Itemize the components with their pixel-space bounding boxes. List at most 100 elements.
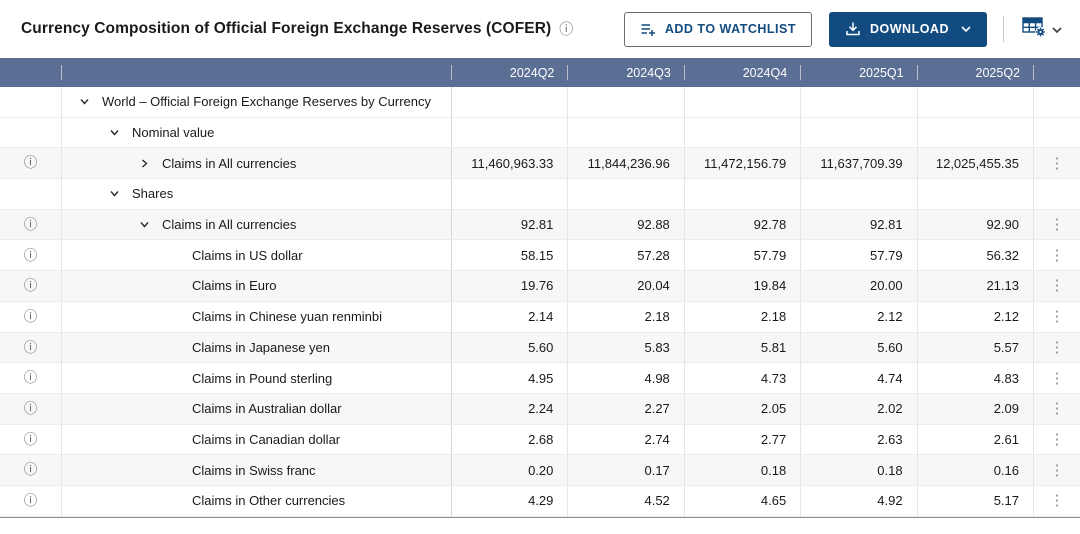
kebab-menu-icon[interactable]: ⋮ (1050, 493, 1065, 508)
row-menu-cell: ⋮ (1034, 240, 1080, 270)
value-cell: 2.05 (685, 394, 801, 424)
row-label: Claims in All currencies (162, 156, 296, 171)
cofer-table: 2024Q22024Q32024Q42025Q12025Q2 ⓘ World –… (0, 58, 1080, 518)
info-icon[interactable]: ⓘ (24, 402, 38, 416)
value-cell: 5.60 (801, 333, 917, 363)
row-info-cell: ⓘ (0, 425, 62, 455)
row-label-cell: Claims in Euro (62, 271, 452, 301)
kebab-menu-icon[interactable]: ⋮ (1050, 371, 1065, 386)
row-info-cell: ⓘ (0, 210, 62, 240)
value-cell: 2.77 (685, 425, 801, 455)
value-cell (685, 118, 801, 148)
page-title: Currency Composition of Official Foreign… (21, 20, 551, 38)
header-menu-column (1034, 58, 1080, 87)
value-cell: 20.04 (568, 271, 684, 301)
info-icon[interactable]: ⓘ (24, 433, 38, 447)
chevron-right-icon[interactable] (140, 159, 162, 168)
value-cell: 2.27 (568, 394, 684, 424)
kebab-menu-icon[interactable]: ⋮ (1050, 340, 1065, 355)
value-cell: 92.78 (685, 210, 801, 240)
value-cell (568, 179, 684, 209)
info-icon[interactable]: ⓘ (24, 494, 38, 508)
add-to-watchlist-button[interactable]: ADD TO WATCHLIST (624, 12, 812, 47)
toolbar: Currency Composition of Official Foreign… (0, 0, 1080, 58)
title-info-icon[interactable]: ⓘ (559, 22, 573, 36)
table-row: ⓘ Claims in All currencies 11,460,963.33… (0, 148, 1080, 179)
kebab-menu-icon[interactable]: ⋮ (1050, 401, 1065, 416)
row-menu-cell: ⋮ (1034, 394, 1080, 424)
value-cell (918, 118, 1034, 148)
row-info-cell: ⓘ (0, 240, 62, 270)
row-label: Claims in Pound sterling (192, 371, 332, 386)
info-icon[interactable]: ⓘ (24, 249, 38, 263)
download-chevron-down-icon (961, 26, 971, 32)
info-icon[interactable]: ⓘ (24, 341, 38, 355)
value-cell: 4.98 (568, 363, 684, 393)
table-row: ⓘ Claims in Chinese yuan renminbi 2.14 2… (0, 302, 1080, 333)
value-cell: 2.63 (801, 425, 917, 455)
value-cell (918, 87, 1034, 117)
value-cell (685, 179, 801, 209)
value-cell: 4.73 (685, 363, 801, 393)
table-row: ⓘ Claims in Swiss franc 0.20 0.17 0.18 0… (0, 455, 1080, 486)
value-cell: 4.74 (801, 363, 917, 393)
row-label-cell: Claims in Chinese yuan renminbi (62, 302, 452, 332)
value-cell: 5.17 (918, 486, 1034, 516)
chevron-down-icon[interactable] (110, 189, 132, 198)
table-row: ⓘ Claims in Other currencies 4.29 4.52 4… (0, 486, 1080, 517)
row-label-cell: Claims in Swiss franc (62, 455, 452, 485)
table-settings-button[interactable] (1020, 14, 1064, 44)
table-settings-icon (1022, 16, 1046, 42)
value-cell: 5.60 (452, 333, 568, 363)
value-cell: 2.24 (452, 394, 568, 424)
toolbar-divider (1003, 16, 1004, 42)
row-info-cell: ⓘ (0, 148, 62, 178)
kebab-menu-icon[interactable]: ⋮ (1050, 248, 1065, 263)
column-header: 2024Q2 (452, 58, 568, 87)
value-cell: 4.95 (452, 363, 568, 393)
row-label: Nominal value (132, 125, 214, 140)
table-row: ⓘ Claims in Euro 19.76 20.04 19.84 20.00… (0, 271, 1080, 302)
value-cell: 57.79 (685, 240, 801, 270)
chevron-down-icon[interactable] (80, 97, 102, 106)
value-cell: 0.18 (685, 455, 801, 485)
row-label-cell: Claims in Other currencies (62, 486, 452, 516)
row-label-cell: Claims in Canadian dollar (62, 425, 452, 455)
row-info-cell: ⓘ (0, 455, 62, 485)
row-label: Claims in Australian dollar (192, 401, 342, 416)
value-cell: 21.13 (918, 271, 1034, 301)
kebab-menu-icon[interactable]: ⋮ (1050, 278, 1065, 293)
table-row: ⓘ Claims in Canadian dollar 2.68 2.74 2.… (0, 425, 1080, 456)
value-cell: 4.92 (801, 486, 917, 516)
value-cell: 4.65 (685, 486, 801, 516)
info-icon[interactable]: ⓘ (24, 279, 38, 293)
kebab-menu-icon[interactable]: ⋮ (1050, 432, 1065, 447)
row-menu-cell: ⋮ (1034, 271, 1080, 301)
value-cell (568, 87, 684, 117)
row-menu-cell: ⋮ (1034, 118, 1080, 148)
row-info-cell: ⓘ (0, 363, 62, 393)
value-cell: 92.81 (801, 210, 917, 240)
info-icon[interactable]: ⓘ (24, 463, 38, 477)
table-row: ⓘ World – Official Foreign Exchange Rese… (0, 87, 1080, 118)
row-info-cell: ⓘ (0, 486, 62, 516)
table-row: ⓘ Claims in Australian dollar 2.24 2.27 … (0, 394, 1080, 425)
info-icon[interactable]: ⓘ (24, 156, 38, 170)
info-icon[interactable]: ⓘ (24, 371, 38, 385)
info-icon[interactable]: ⓘ (24, 310, 38, 324)
kebab-menu-icon[interactable]: ⋮ (1050, 309, 1065, 324)
value-cell: 5.81 (685, 333, 801, 363)
row-info-cell: ⓘ (0, 87, 62, 117)
chevron-down-icon[interactable] (110, 128, 132, 137)
value-cell: 2.14 (452, 302, 568, 332)
column-header: 2024Q3 (568, 58, 684, 87)
value-cell: 2.18 (685, 302, 801, 332)
kebab-menu-icon[interactable]: ⋮ (1050, 217, 1065, 232)
info-icon[interactable]: ⓘ (24, 218, 38, 232)
download-button[interactable]: DOWNLOAD (829, 12, 987, 47)
value-cell: 56.32 (918, 240, 1034, 270)
row-label-cell: Claims in All currencies (62, 210, 452, 240)
kebab-menu-icon[interactable]: ⋮ (1050, 463, 1065, 478)
kebab-menu-icon[interactable]: ⋮ (1050, 156, 1065, 171)
chevron-down-icon[interactable] (140, 220, 162, 229)
